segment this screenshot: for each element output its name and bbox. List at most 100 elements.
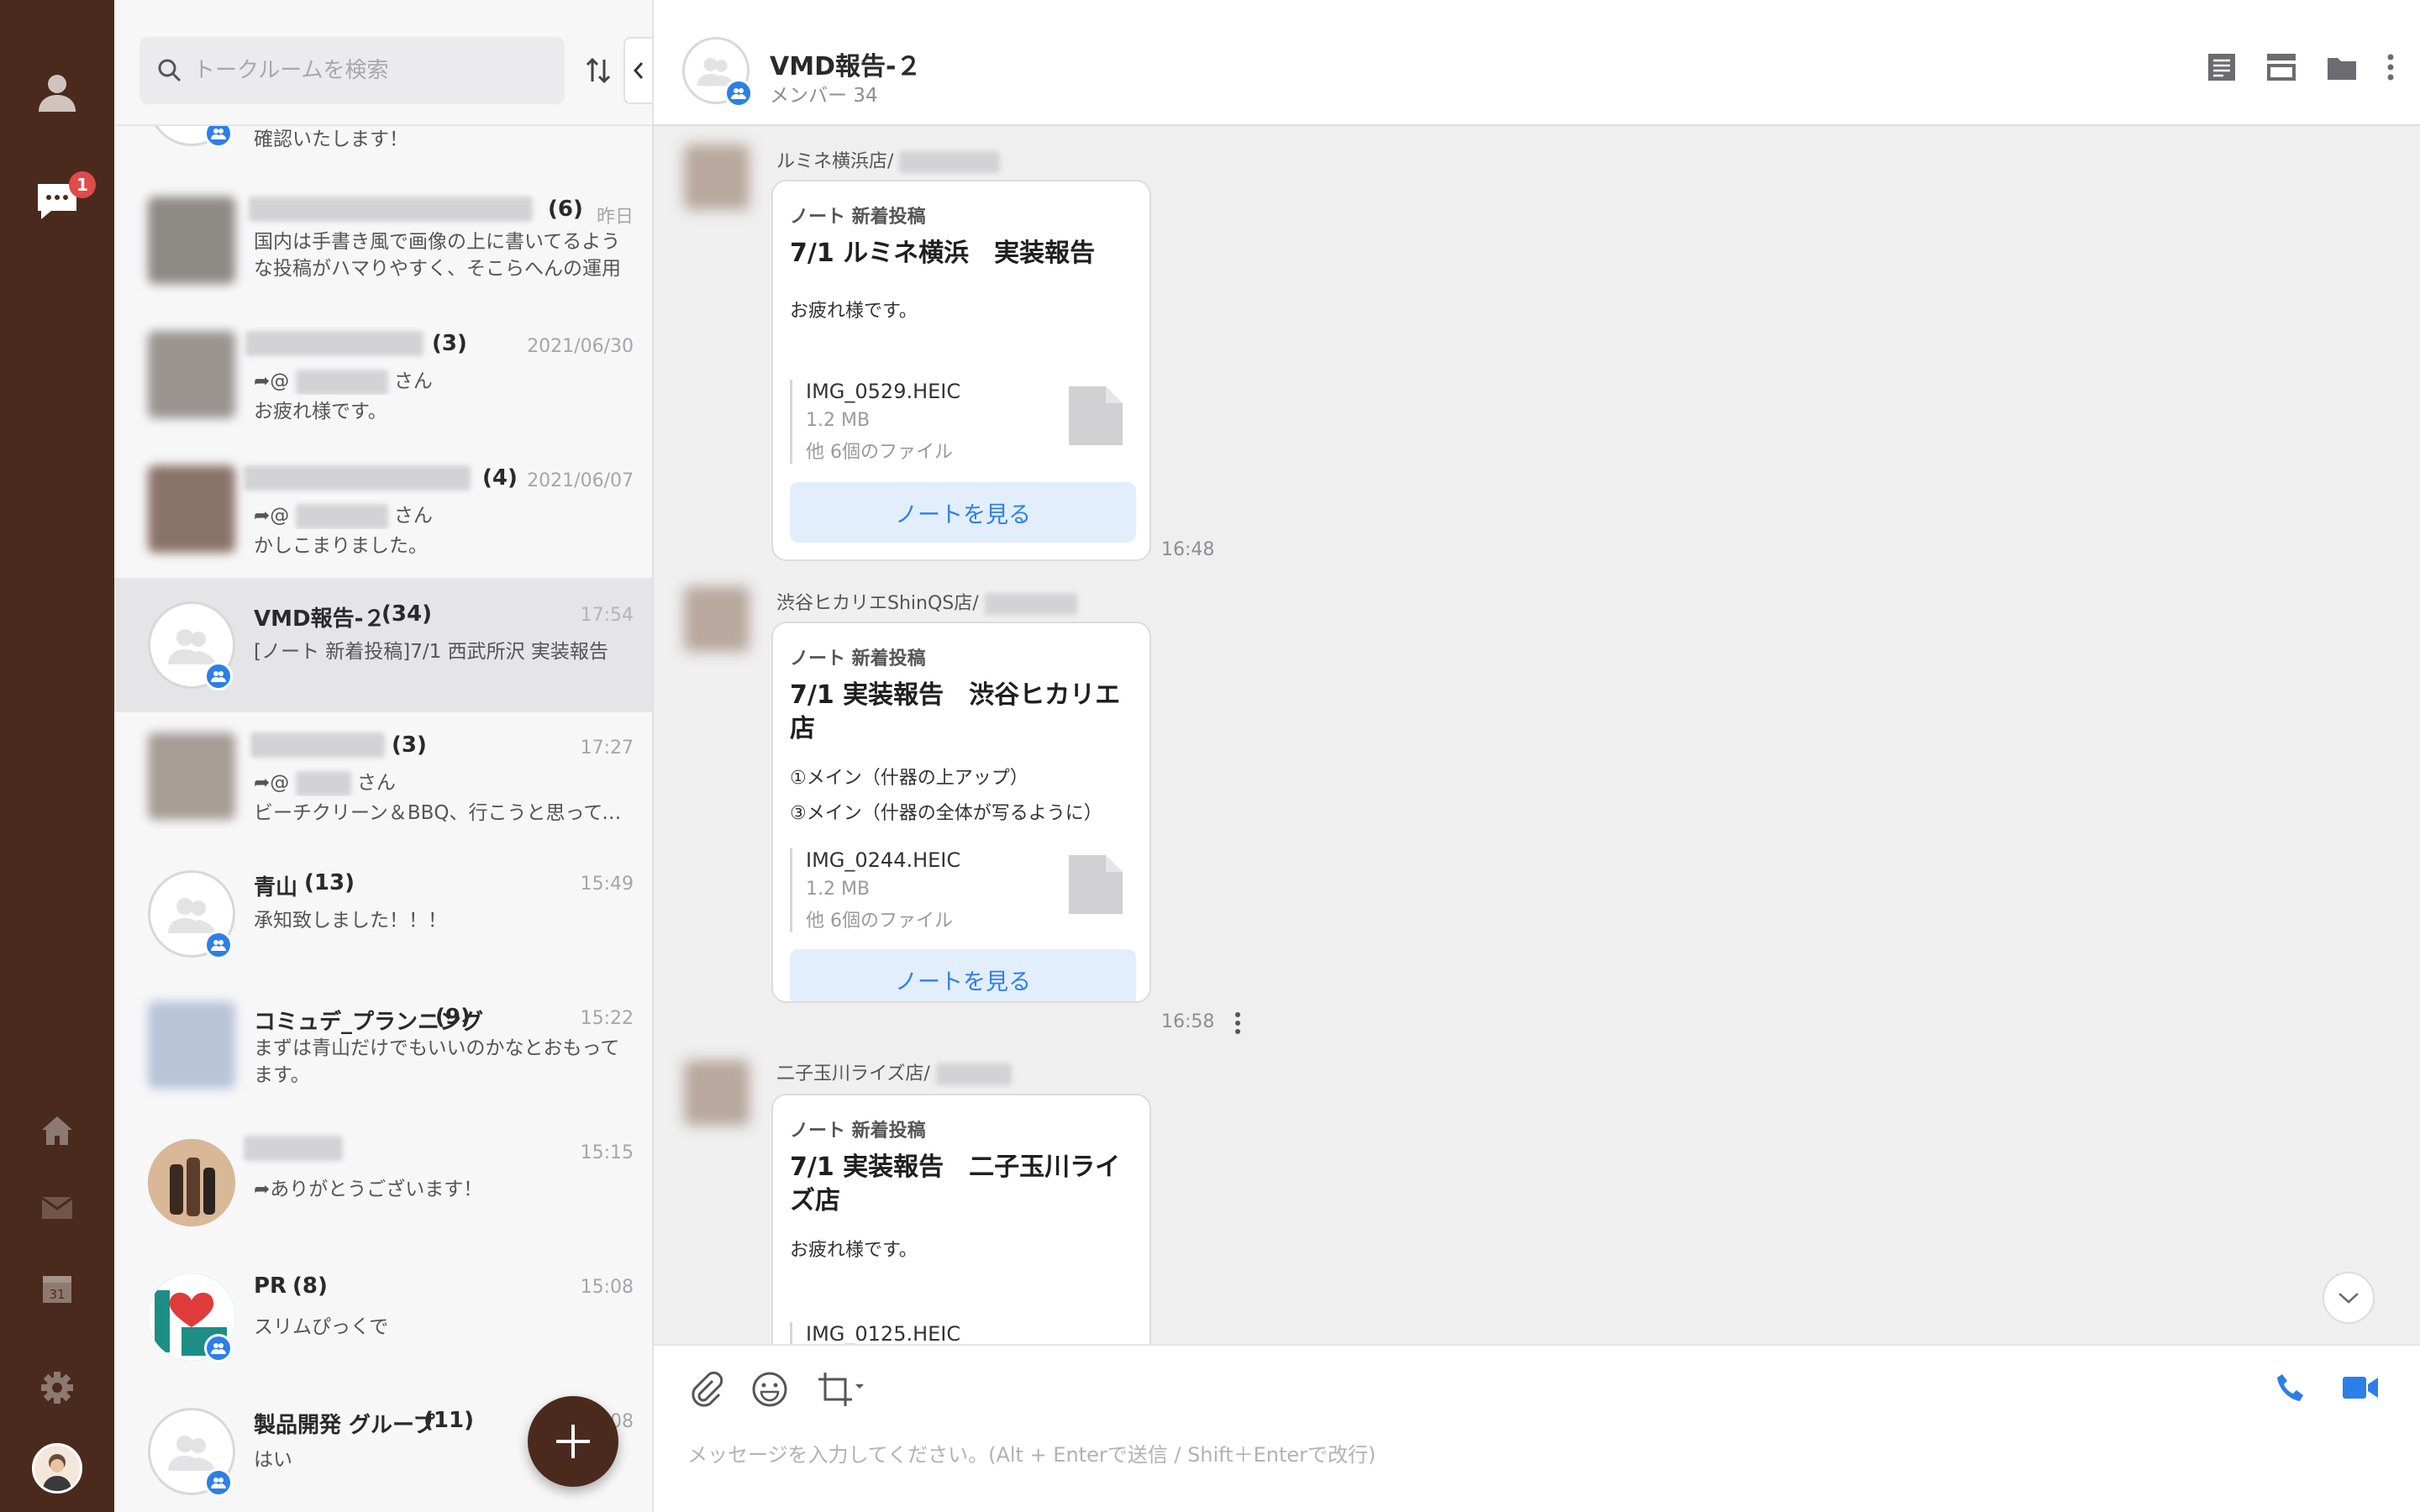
room-item[interactable]: コミュデ_プランニング (9) 15:22 まずは青山だけでもいいのかなとおもっ… — [114, 981, 652, 1116]
call-actions — [2275, 1373, 2378, 1403]
room-preview: まずは青山だけでもいいのかなとおもってます。 — [254, 1037, 620, 1086]
file-name: IMG_0529.HEIC — [806, 380, 961, 403]
file-attachment[interactable]: IMG_0529.HEIC 1.2 MB 他 6個のファイル — [790, 380, 1136, 464]
message-composer — [654, 1344, 2420, 1512]
chat-nav-button[interactable]: 1 — [0, 161, 114, 242]
attach-icon[interactable] — [689, 1371, 723, 1408]
room-preview: ビーチクリーン＆BBQ、行こうと思ってま… — [254, 802, 632, 824]
scroll-to-bottom-button[interactable] — [2323, 1272, 2375, 1324]
room-time: 2021/06/30 — [527, 336, 634, 357]
sender-avatar[interactable] — [684, 586, 750, 652]
note-body: お疲れ様です。 — [790, 301, 918, 322]
sender-avatar[interactable] — [684, 144, 750, 210]
settings-button[interactable] — [0, 1347, 114, 1428]
file-more: 他 6個のファイル — [806, 442, 953, 463]
room-time: 2021/06/07 — [527, 470, 634, 491]
file-size: 1.2 MB — [806, 410, 871, 431]
file-icon — [1069, 855, 1123, 914]
group-avatar-icon — [168, 1436, 215, 1471]
note-body-line: ③メイン（什器の全体が写るように） — [790, 803, 1102, 824]
group-icon — [204, 1334, 233, 1362]
room-item[interactable]: (6) 昨日 国内は手書き風で画像の上に書いてるような投稿がハマりやすく、そこら… — [114, 176, 652, 311]
room-name: VMD報告-２ — [254, 606, 386, 632]
redacted-name — [244, 465, 471, 491]
redacted-name — [245, 331, 424, 356]
collapse-list-button[interactable] — [623, 37, 652, 104]
new-room-button[interactable] — [528, 1396, 618, 1487]
room-avatar — [148, 465, 235, 553]
redacted-name — [899, 151, 1001, 173]
note-card[interactable]: ノート 新着投稿 7/1 実装報告 二子玉川ライズ店 お疲れ様です。 IMG_0… — [771, 1094, 1151, 1344]
group-avatar-icon — [168, 629, 215, 664]
file-icon — [1069, 386, 1123, 445]
capture-icon[interactable] — [817, 1371, 864, 1408]
redacted-mention — [295, 369, 388, 395]
room-list-toolbar — [114, 0, 652, 126]
member-count[interactable]: メンバー 34 — [770, 79, 878, 108]
file-more: 他 6個のファイル — [806, 911, 953, 932]
group-icon — [724, 79, 753, 108]
room-preview: スリムぴっくで — [254, 1316, 389, 1338]
file-attachment[interactable]: IMG_0244.HEIC 1.2 MB 他 6個のファイル — [790, 848, 1136, 932]
room-count: (13) — [304, 870, 355, 895]
room-name: 青山 — [254, 875, 298, 900]
folder-icon[interactable] — [2326, 53, 2358, 81]
room-time: 15:22 — [580, 1008, 634, 1029]
message-list[interactable]: ルミネ横浜店/ ノート 新着投稿 7/1 ルミネ横浜 実装報告 お疲れ様です。 … — [654, 126, 2420, 1344]
room-preview: 承知致しました！！！ — [254, 910, 447, 932]
room-item-vmd[interactable]: VMD報告-２ (34) 17:54 [ノート 新着投稿]7/1 西武所沢 実装… — [114, 578, 652, 712]
mail-button[interactable] — [0, 1168, 114, 1248]
sender-label: 二子玉川ライズ店/ — [776, 1063, 930, 1084]
more-vertical-icon[interactable] — [1234, 1011, 1242, 1035]
more-vertical-icon[interactable] — [2386, 52, 2395, 82]
view-note-button[interactable]: ノートを見る — [790, 482, 1136, 543]
room-preview: [ノート 新着投稿]7/1 西武所沢 実装報告 — [254, 641, 608, 663]
room-avatar — [148, 1139, 235, 1226]
room-item[interactable]: (3) 2021/06/30 ➦@ さん お疲れ様です。 — [114, 311, 652, 445]
note-body-line: ①メイン（什器の上アップ） — [790, 768, 1028, 789]
room-mention-line: ➦@ さん — [254, 766, 632, 796]
search-input[interactable] — [193, 37, 546, 104]
my-avatar[interactable] — [32, 1443, 82, 1494]
emoji-icon[interactable] — [751, 1371, 788, 1408]
search-icon — [158, 59, 182, 82]
redacted-name — [249, 197, 533, 222]
search-box[interactable] — [139, 37, 565, 104]
group-avatar-icon — [168, 898, 215, 933]
note-card[interactable]: ノート 新着投稿 7/1 実装報告 渋谷ヒカリエ店 ①メイン（什器の上アップ） … — [771, 622, 1151, 1003]
calendar-button[interactable]: 31 — [0, 1248, 114, 1329]
room-name: 製品開発 グループ — [254, 1413, 435, 1438]
room-item[interactable]: (3) 17:27 ➦@ さん ビーチクリーン＆BBQ、行こうと思ってま… — [114, 712, 652, 847]
file-size: 1.2 MB — [806, 879, 871, 900]
room-item[interactable]: 青山 (13) 15:49 承知致しました！！！ — [114, 847, 652, 981]
room-item[interactable]: PR (8) 15:08 スリムぴっくで — [114, 1250, 652, 1384]
sender-avatar[interactable] — [684, 1060, 750, 1126]
note-card[interactable]: ノート 新着投稿 7/1 ルミネ横浜 実装報告 お疲れ様です。 IMG_0529… — [771, 180, 1151, 561]
room-preview: お疲れ様です。 — [254, 401, 387, 423]
mention-suffix: さん — [393, 370, 433, 392]
view-note-button[interactable]: ノートを見る — [790, 949, 1136, 1001]
phone-icon[interactable] — [2275, 1373, 2306, 1403]
mention-prefix: @ — [270, 505, 290, 527]
unread-badge: 1 — [69, 171, 96, 198]
home-button[interactable] — [0, 1090, 114, 1171]
room-count: (34) — [381, 601, 432, 627]
file-attachment[interactable]: IMG_0125.HEIC — [790, 1322, 1136, 1344]
reply-icon: ➦ — [254, 505, 271, 527]
room-item[interactable]: (4) 2021/06/07 ➦@ さん かしこまりました。 — [114, 445, 652, 580]
note-icon[interactable] — [2207, 52, 2237, 82]
message-time: 16:58 — [1161, 1011, 1215, 1032]
sort-button[interactable] — [575, 47, 622, 94]
room-count: (11) — [424, 1408, 474, 1433]
room-avatar — [148, 331, 235, 418]
home-icon — [42, 1116, 72, 1145]
video-icon[interactable] — [2343, 1375, 2378, 1400]
profile-button[interactable] — [0, 52, 114, 133]
room-avatar — [148, 1001, 235, 1089]
album-icon[interactable] — [2265, 52, 2297, 82]
header-actions — [2207, 52, 2395, 82]
room-time: 昨日 — [596, 207, 634, 228]
message-input[interactable] — [687, 1430, 2284, 1480]
redacted-mention — [295, 770, 351, 796]
room-item[interactable]: 15:15 ➦ありがとうございます！ — [114, 1116, 652, 1250]
